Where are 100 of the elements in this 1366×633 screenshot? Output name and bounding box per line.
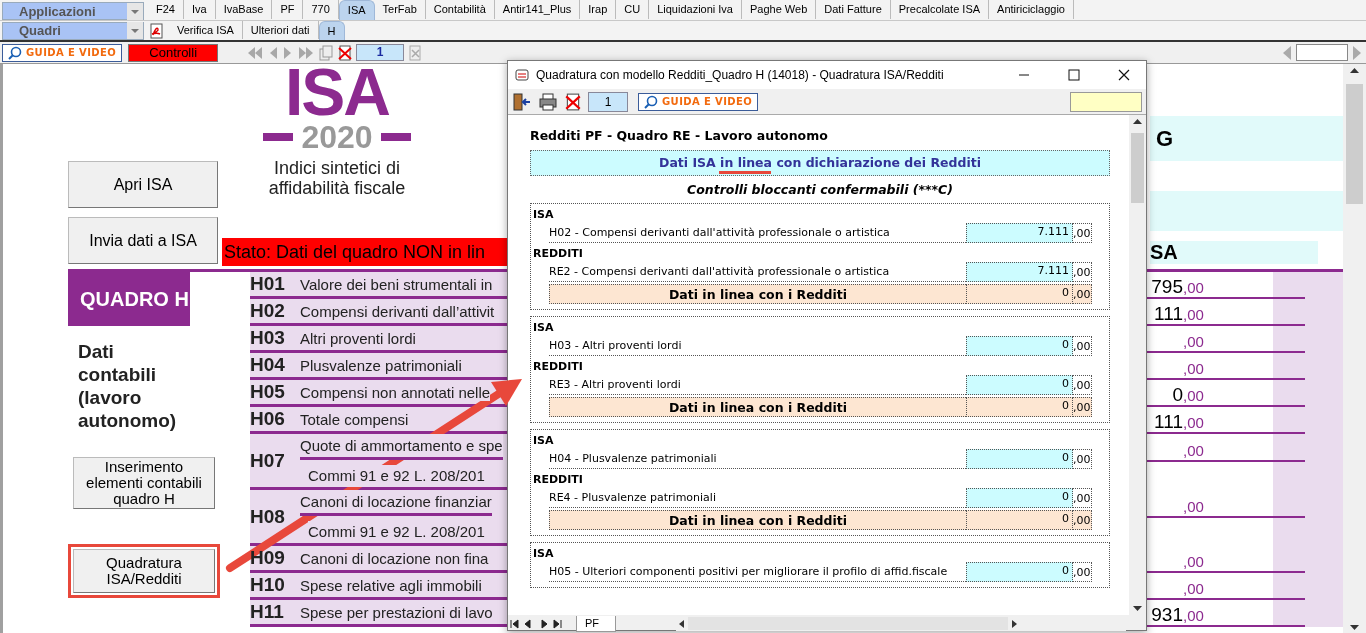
row-sublabel: Commi 91 e 92 L. 208/201 xyxy=(308,465,485,487)
row-label: Canoni di locazione finanziar xyxy=(300,490,492,516)
sheet-button[interactable]: Inserimento elementi contabili quadro H xyxy=(73,457,215,509)
row-label: RE4 - Plusvalenze patrimoniali xyxy=(549,488,966,508)
section-subtitle: Dati contabili (lavoro autonomo) xyxy=(77,340,178,432)
controls-button[interactable]: Controlli xyxy=(128,43,219,62)
row-label: H04 - Plusvalenze patrimoniali xyxy=(549,449,966,469)
row-code: H08 xyxy=(250,505,286,528)
pdf-icon[interactable] xyxy=(149,22,165,39)
delete-page-icon[interactable] xyxy=(337,44,354,61)
row-label: H02 - Compensi derivanti dall'attività professionale o artistica xyxy=(549,223,966,243)
app-tab[interactable]: ISA xyxy=(338,0,375,20)
app-tab[interactable]: Paghe Web xyxy=(742,0,817,19)
copy-page-icon[interactable] xyxy=(318,44,335,61)
group-label: REDDITI xyxy=(533,246,584,262)
sheet-button[interactable]: Quadratura ISA/Redditi xyxy=(73,549,215,593)
status-banner: Dati ISA in linea con dichiarazione dei Redditi xyxy=(530,150,1110,176)
input-field[interactable] xyxy=(1296,44,1348,61)
row-code: H06 xyxy=(250,408,286,430)
row-code: H09 xyxy=(250,547,286,569)
sheet-button[interactable]: Apri ISA xyxy=(68,161,218,208)
close-icon[interactable] xyxy=(1118,69,1130,81)
app-tab[interactable]: Contabilità xyxy=(425,0,495,19)
sheet-tab[interactable]: H xyxy=(318,21,345,40)
app-tab[interactable]: IvaBase xyxy=(215,0,273,19)
group-label: ISA xyxy=(533,433,555,449)
app-tab[interactable]: Antiriciclaggio xyxy=(989,0,1074,19)
row-label: H05 - Ulteriori componenti positivi per migliorare il profilo di affid.fiscale xyxy=(549,562,966,582)
column-label: SA xyxy=(1150,241,1318,264)
sheet-button[interactable]: Invia dati a ISA xyxy=(68,217,218,264)
first-page-icon[interactable] xyxy=(246,45,265,60)
row-code: H03 xyxy=(250,327,286,349)
app-tab[interactable]: 770 xyxy=(303,0,339,19)
dialog-title: Quadratura con modello Redditi_Quadro H (14018) - Quadratura ISA/Redditi xyxy=(536,68,945,82)
amount-field[interactable]: 0 xyxy=(966,562,1073,582)
summary-amount: 0 xyxy=(966,510,1073,530)
form-heading: Redditi PF - Quadro RE - Lavoro autonomo xyxy=(530,128,829,143)
amount-field[interactable]: 0 xyxy=(966,449,1073,469)
status-banner: Stato: Dati del quadro NON in lin xyxy=(222,238,510,266)
group-label: REDDITI xyxy=(533,472,584,488)
delete-page-icon[interactable] xyxy=(564,92,582,111)
logo-title: ISA xyxy=(285,64,389,120)
decimals-cell: ,00 xyxy=(1073,510,1092,530)
scrollbar-thumb[interactable] xyxy=(1346,84,1363,204)
logo-bar xyxy=(263,133,294,141)
amount-field[interactable]: 0 xyxy=(966,375,1073,395)
decimals-cell: ,00 xyxy=(1073,562,1092,582)
logo-year: 2020 xyxy=(301,120,373,154)
group-label: ISA xyxy=(533,320,555,336)
row-label: Quote di ammortamento e spe xyxy=(300,434,503,460)
decimals-cell: ,00 xyxy=(1073,488,1092,508)
page-number-field[interactable]: 1 xyxy=(356,44,405,61)
annotation-underline xyxy=(719,171,771,174)
input-field[interactable] xyxy=(1070,91,1142,112)
maximize-icon[interactable] xyxy=(1068,69,1080,81)
row-label: RE3 - Altri proventi lordi xyxy=(549,375,966,395)
app-tab[interactable]: TerFab xyxy=(374,0,426,19)
group-label: ISA xyxy=(533,207,555,223)
decimals-cell: ,00 xyxy=(1073,397,1092,417)
scrollbar-thumb[interactable] xyxy=(1131,133,1144,203)
scrollbar-thumb[interactable] xyxy=(688,617,1008,630)
row-label: H03 - Altri proventi lordi xyxy=(549,336,966,356)
row-label: RE2 - Compensi derivanti dall'attività professionale o artistica xyxy=(549,262,966,282)
exit-door-icon[interactable] xyxy=(512,92,532,111)
sections-dropdown[interactable]: Quadri xyxy=(2,21,144,40)
app-tab[interactable]: Dati Fatture xyxy=(816,0,891,19)
row-code: H10 xyxy=(250,574,286,596)
amount-field[interactable]: 0 xyxy=(966,336,1073,356)
sheet-tab[interactable]: Ulteriori dati xyxy=(242,21,319,39)
decimals-cell: ,00 xyxy=(1073,336,1092,356)
applications-dropdown[interactable]: Applicazioni xyxy=(2,2,144,20)
app-tab[interactable]: Antir141_Plus xyxy=(494,0,581,19)
search-help-icon xyxy=(8,45,22,60)
app-tab[interactable]: PF xyxy=(272,0,304,19)
sheet-tab[interactable]: PF xyxy=(576,615,617,632)
summary-label: Dati in linea con i Redditi xyxy=(549,397,966,417)
amount-field[interactable]: 7.111 xyxy=(966,223,1073,243)
print-icon[interactable] xyxy=(538,92,558,111)
summary-amount: 0 xyxy=(966,397,1073,417)
app-tab[interactable]: CU xyxy=(616,0,650,19)
logo-bar xyxy=(380,133,411,141)
group-label: ISA xyxy=(533,546,555,562)
search-help-icon xyxy=(644,94,658,109)
vertical-scrollbar[interactable] xyxy=(1129,115,1146,615)
app-tab[interactable]: Liquidazioni Iva xyxy=(649,0,742,19)
app-tab[interactable]: Iva xyxy=(183,0,216,19)
amount-field[interactable]: 7.111 xyxy=(966,262,1073,282)
app-tab[interactable]: Precalcolate ISA xyxy=(890,0,990,19)
group-label: REDDITI xyxy=(533,359,584,375)
page-number-field[interactable]: 1 xyxy=(588,91,628,112)
amount-field[interactable]: 0 xyxy=(966,488,1073,508)
sheet-tab[interactable]: Verifica ISA xyxy=(169,21,243,39)
row-code: H02 xyxy=(250,300,286,322)
summary-label: Dati in linea con i Redditi xyxy=(549,510,966,530)
app-tab[interactable]: Irap xyxy=(580,0,617,19)
page-tool-icon[interactable] xyxy=(407,44,424,61)
app-tab[interactable]: F24 xyxy=(148,0,184,19)
row-code: H01 xyxy=(250,273,286,295)
logo-subtitle: Indici sintetici di affidabilità fiscale xyxy=(267,158,407,198)
form-subheading: Controlli bloccanti confermabili (***C) xyxy=(686,182,954,197)
